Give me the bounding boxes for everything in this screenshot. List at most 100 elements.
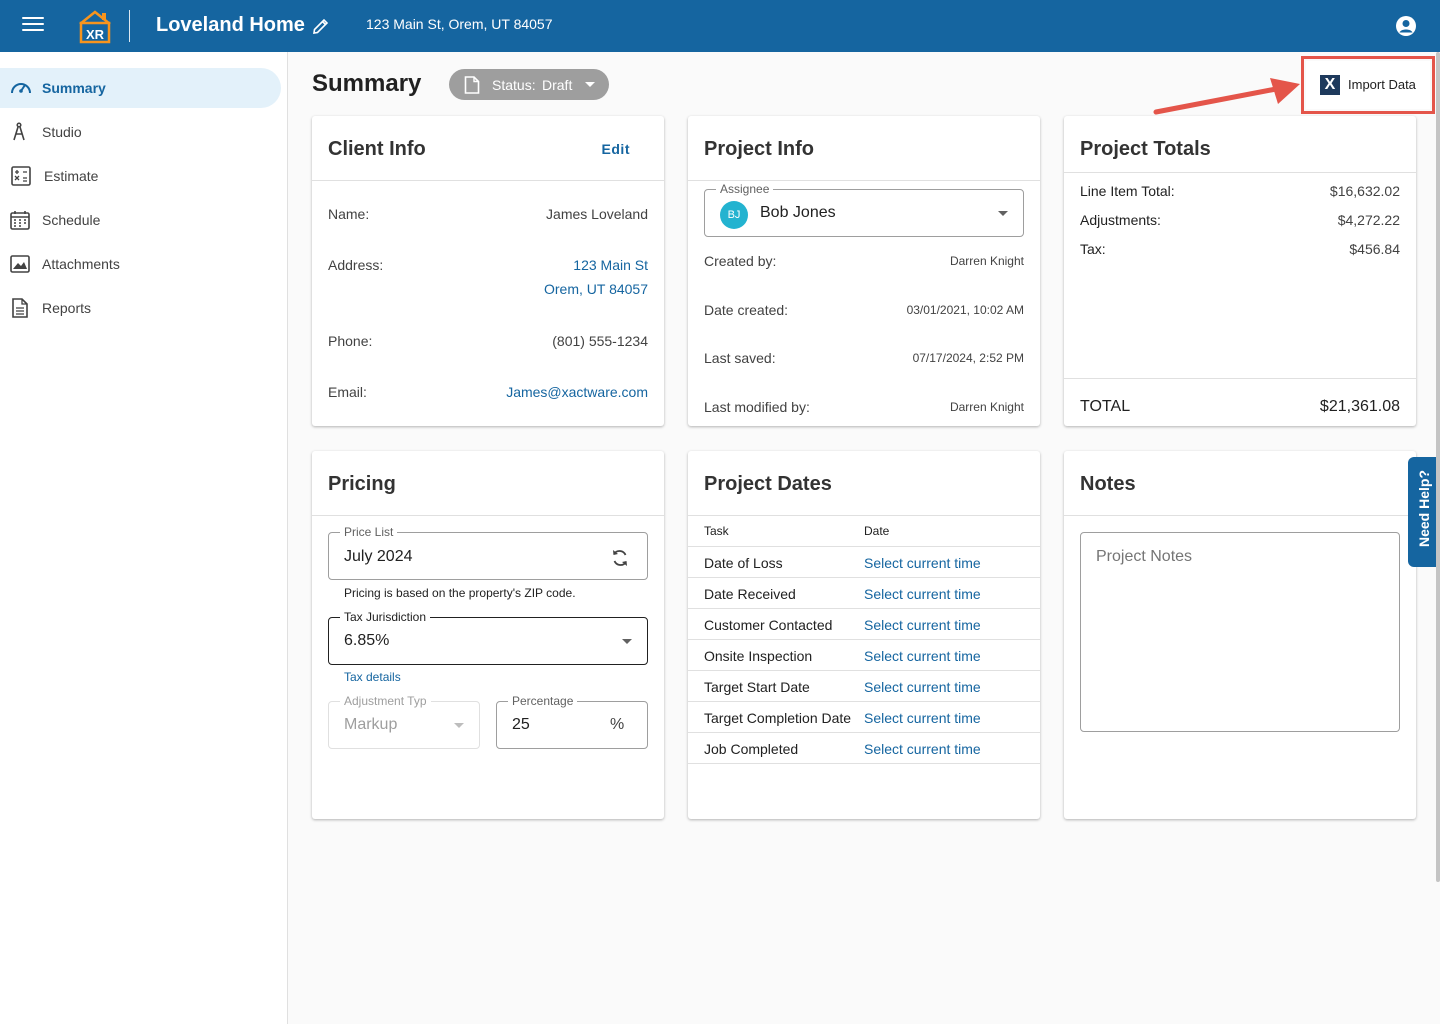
top-app-bar: XR Loveland Home 123 Main St, Orem, UT 8… — [0, 0, 1440, 52]
account-circle-icon[interactable] — [1395, 15, 1417, 37]
import-data-button[interactable]: X Import Data — [1306, 61, 1430, 109]
column-header-task: Task — [704, 524, 729, 538]
percentage-input[interactable]: Percentage 25 % — [496, 694, 648, 749]
select-current-time-link[interactable]: Select current time — [864, 555, 981, 571]
price-list-legend: Price List — [340, 525, 398, 539]
divider — [688, 515, 1040, 516]
tax-jurisdiction-value: 6.85% — [344, 632, 390, 649]
sidebar: Summary Studio Estimate Schedule Attachm… — [0, 52, 288, 1024]
sidebar-item-schedule[interactable]: Schedule — [0, 200, 281, 240]
tax-jurisdiction-select[interactable]: Tax Jurisdiction 6.85% — [328, 610, 648, 665]
compass-icon — [13, 122, 25, 141]
chevron-down-icon — [998, 211, 1008, 216]
pencil-icon[interactable] — [312, 17, 330, 35]
sidebar-item-label: Reports — [42, 300, 92, 316]
price-list-field[interactable]: Price List July 2024 — [328, 525, 648, 580]
select-current-time-link[interactable]: Select current time — [864, 617, 981, 633]
total-label: TOTAL — [1080, 398, 1131, 415]
need-help-label: Need Help? — [1416, 469, 1432, 547]
xactware-logo-icon: X — [1320, 75, 1340, 95]
topbar-divider — [129, 10, 130, 42]
created-by-value: Darren Knight — [949, 254, 1024, 268]
sidebar-item-label: Estimate — [44, 168, 99, 184]
phone-label: Phone: — [328, 333, 373, 349]
assignee-name: Bob Jones — [760, 204, 836, 221]
percentage-value: 25 — [512, 716, 530, 733]
task-label: Customer Contacted — [704, 617, 833, 633]
project-info-card: Project Info Assignee BJ Bob Jones Creat… — [688, 116, 1040, 426]
scrollbar[interactable] — [1436, 52, 1440, 882]
hamburger-menu-icon[interactable] — [22, 17, 44, 35]
card-title: Project Dates — [704, 473, 832, 495]
card-title: Project Totals — [1080, 138, 1211, 160]
chevron-down-icon — [585, 82, 595, 87]
phone-value: (801) 555-1234 — [552, 333, 648, 349]
created-by-label: Created by: — [704, 253, 777, 269]
select-current-time-link[interactable]: Select current time — [864, 741, 981, 757]
sidebar-item-attachments[interactable]: Attachments — [0, 244, 281, 284]
address-label: Address: — [328, 257, 384, 273]
adjustments-value: $4,272.22 — [1337, 212, 1400, 228]
last-saved-label: Last saved: — [704, 350, 776, 366]
address-line2-link[interactable]: Orem, UT 84057 — [544, 281, 648, 297]
select-current-time-link[interactable]: Select current time — [864, 648, 981, 664]
tax-details-link[interactable]: Tax details — [344, 670, 401, 684]
avatar: BJ — [720, 201, 748, 229]
task-label: Target Start Date — [704, 679, 810, 695]
card-title: Project Info — [704, 138, 815, 160]
divider — [1064, 378, 1416, 379]
project-notes-textarea[interactable]: Project Notes — [1080, 532, 1400, 732]
assignee-select[interactable]: Assignee BJ Bob Jones — [704, 182, 1024, 237]
table-row: Customer Contacted Select current time — [688, 609, 1040, 640]
percent-icon: % — [610, 716, 625, 733]
sidebar-item-estimate[interactable]: Estimate — [0, 156, 281, 196]
sidebar-item-studio[interactable]: Studio — [0, 112, 281, 152]
email-label: Email: — [328, 384, 367, 400]
sidebar-item-label: Summary — [42, 80, 106, 96]
email-link[interactable]: James@xactware.com — [506, 384, 648, 400]
card-title: Notes — [1080, 473, 1136, 495]
chevron-down-icon — [454, 723, 464, 728]
address-line1-link[interactable]: 123 Main St — [573, 257, 648, 273]
document-icon — [12, 298, 28, 318]
select-current-time-link[interactable]: Select current time — [864, 679, 981, 695]
price-list-helper: Pricing is based on the property's ZIP c… — [344, 586, 576, 600]
tax-jurisdiction-legend: Tax Jurisdiction — [340, 610, 431, 624]
refresh-icon[interactable] — [610, 548, 630, 568]
edit-client-button[interactable]: Edit — [602, 141, 630, 157]
table-row: Job Completed Select current time — [688, 733, 1040, 764]
table-row: Onsite Inspection Select current time — [688, 640, 1040, 671]
xr-logo-icon: XR — [79, 10, 111, 44]
task-label: Target Completion Date — [704, 710, 852, 726]
project-name: Loveland Home — [156, 14, 305, 36]
date-created-value: 03/01/2021, 10:02 AM — [906, 303, 1024, 317]
line-item-total-label: Line Item Total: — [1080, 183, 1175, 199]
calculator-icon — [11, 166, 31, 186]
date-created-label: Date created: — [704, 302, 789, 318]
document-icon — [464, 76, 480, 94]
status-label: Status: — [492, 77, 536, 93]
divider — [1064, 515, 1416, 516]
divider — [688, 180, 1040, 181]
last-modified-label: Last modified by: — [704, 399, 810, 415]
select-current-time-link[interactable]: Select current time — [864, 710, 981, 726]
select-current-time-link[interactable]: Select current time — [864, 586, 981, 602]
last-saved-value: 07/17/2024, 2:52 PM — [912, 351, 1024, 365]
tax-value: $456.84 — [1349, 241, 1400, 257]
logo-text: XR — [86, 27, 105, 42]
last-modified-value: Darren Knight — [949, 400, 1024, 414]
speedometer-icon — [11, 83, 31, 94]
image-icon — [10, 255, 30, 273]
adjustment-type-select[interactable]: Adjustment Typ Markup — [328, 694, 480, 749]
sidebar-item-reports[interactable]: Reports — [0, 288, 281, 328]
task-label: Date of Loss — [704, 555, 783, 571]
task-label: Onsite Inspection — [704, 648, 813, 664]
column-header-date: Date — [864, 524, 890, 538]
chevron-down-icon — [622, 639, 632, 644]
percentage-legend: Percentage — [508, 694, 578, 708]
status-dropdown[interactable]: Status: Draft — [449, 69, 609, 100]
table-row: Target Start Date Select current time — [688, 671, 1040, 702]
sidebar-item-summary[interactable]: Summary — [0, 68, 281, 108]
sidebar-item-label: Studio — [42, 124, 82, 140]
tax-label: Tax: — [1080, 241, 1106, 257]
